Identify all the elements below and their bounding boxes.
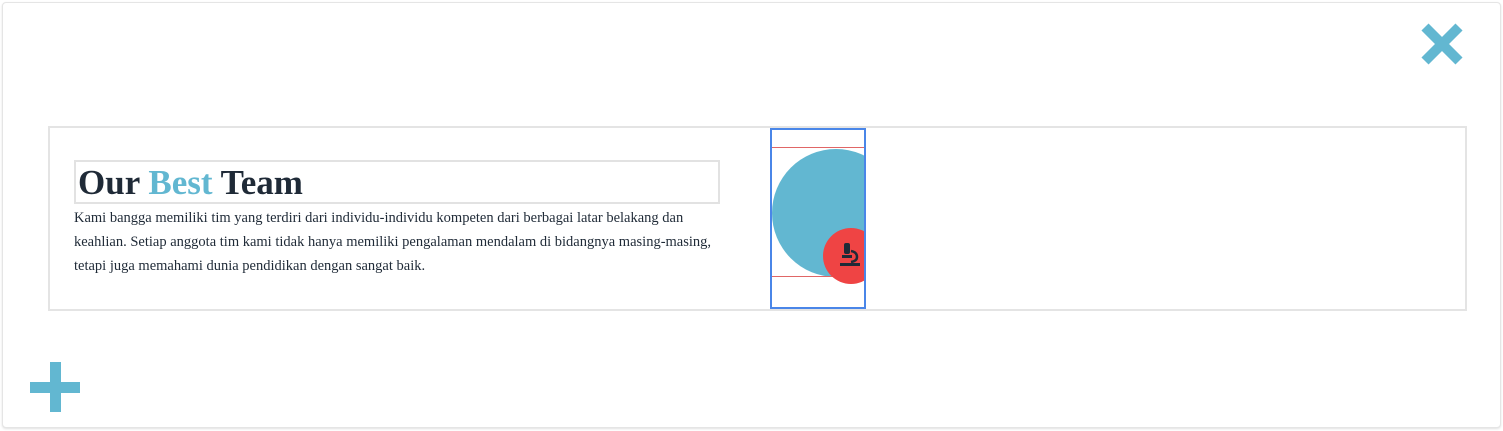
section-description: Kami bangga memiliki tim yang terdiri da…	[74, 210, 712, 274]
close-icon	[1421, 23, 1463, 65]
title-suffix: Team	[220, 163, 303, 202]
microscope-icon	[840, 243, 860, 266]
editor-panel: Our Best Team Kami bangga memiliki tim y…	[2, 2, 1501, 428]
title-accent: Best	[148, 163, 213, 202]
section-title: Our Best Team	[78, 162, 303, 204]
add-section-button[interactable]	[30, 362, 82, 414]
heading-block[interactable]: Our Best Team	[74, 160, 720, 204]
close-button[interactable]	[1417, 21, 1467, 67]
team-section[interactable]: Our Best Team Kami bangga memiliki tim y…	[48, 126, 1467, 311]
selected-image-widget[interactable]	[770, 128, 866, 309]
plus-icon	[30, 362, 80, 412]
guide-line-top	[772, 147, 864, 148]
title-prefix: Our	[78, 163, 140, 202]
